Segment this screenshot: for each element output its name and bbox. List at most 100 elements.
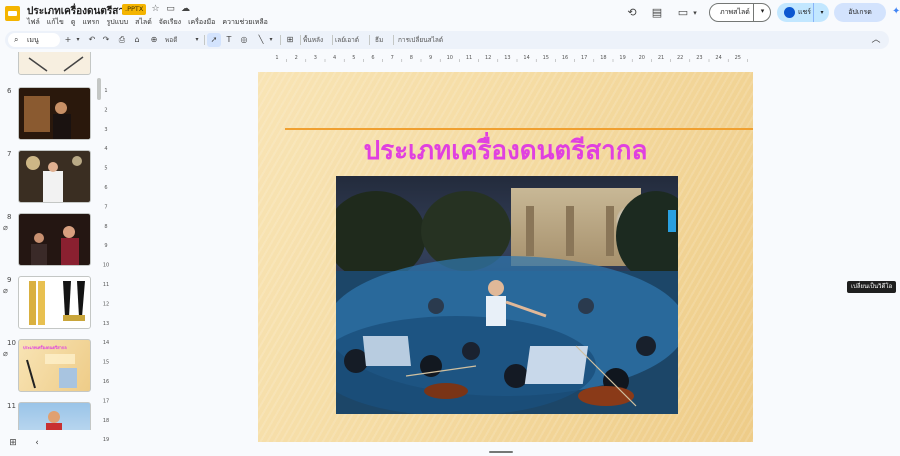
layout-button[interactable]: เลย์เอาต์ — [335, 33, 359, 47]
vertical-ruler-ticks: 12345678910111213141516171819 — [103, 88, 109, 443]
background-button[interactable]: พื้นหลัง — [303, 33, 323, 47]
collapse-chevron-up-icon[interactable]: ︿ — [869, 33, 883, 47]
menu-help[interactable]: ความช่วยเหลือ — [222, 17, 267, 28]
gemini-icon[interactable]: ✦ — [892, 7, 900, 17]
paint-format-icon[interactable]: ⌂ — [130, 33, 144, 47]
shape-icon[interactable]: ◎ — [237, 33, 251, 47]
ruler-tick-label: 11 — [466, 55, 472, 61]
collapse-panel-icon[interactable]: ‹ — [30, 436, 44, 450]
toolbar-divider — [280, 35, 281, 45]
zoom-icon[interactable]: ⊕ — [147, 33, 161, 47]
menu-slide[interactable]: สไลด์ — [135, 17, 152, 28]
ruler-tick-label: 12 — [485, 55, 491, 61]
zoom-dropdown-icon[interactable]: ▾ — [190, 33, 204, 47]
ruler-tick-label: 2 — [104, 107, 107, 113]
orchestra-photo[interactable] — [336, 176, 678, 414]
ruler-tick-label: 5 — [104, 166, 107, 172]
history-icon[interactable]: ⟲ — [625, 6, 639, 20]
speaker-notes-handle[interactable] — [489, 451, 513, 453]
toolbar-divider — [204, 35, 205, 45]
ruler-tick-label: 15 — [103, 360, 109, 366]
slide-thumbnail-8[interactable] — [18, 213, 91, 266]
slideshow-dropdown-button[interactable]: ▾ — [753, 3, 771, 22]
new-slide-dropdown-icon[interactable]: ▾ — [71, 33, 85, 47]
chevron-down-icon[interactable]: ▾ — [688, 6, 702, 20]
ruler-tick-label: 12 — [103, 301, 109, 307]
ruler-tick-label: 3 — [314, 55, 317, 61]
horizontal-ruler: 1 2 3 4 5 6 7 8 9 10 11 12 13 14 15 16 17 18 19 20 21 22 23 24 2… — [263, 53, 753, 63]
line-dropdown-icon[interactable]: ▾ — [264, 33, 278, 47]
add-comment-icon[interactable]: ⊞ — [283, 33, 297, 47]
upgrade-button[interactable]: อัปเกรด — [834, 3, 886, 22]
ruler-tick-label: 6 — [104, 185, 107, 191]
current-slide[interactable]: ประเภทเครื่องดนตรีสากล — [258, 72, 753, 442]
comment-icon[interactable]: ▤ — [650, 6, 664, 20]
select-cursor-icon[interactable]: ➚ — [207, 33, 221, 47]
cloud-saved-icon[interactable]: ☁ — [180, 4, 191, 15]
ruler-tick-label: 9 — [429, 55, 432, 61]
grid-view-icon[interactable]: ⊞ — [6, 436, 20, 450]
share-dropdown-button[interactable]: ▾ — [813, 3, 830, 22]
menu-insert[interactable]: แทรก — [82, 17, 99, 28]
menu-edit[interactable]: แก้ไข — [47, 17, 64, 28]
slide-filmstrip[interactable]: 6 7 8 ⌀ 9 ⌀ 10 ⌀ ประเภทเครื่องดนตรีสากล … — [0, 52, 104, 430]
menu-file[interactable]: ไฟล์ — [27, 17, 40, 28]
ruler-tick-label: 21 — [658, 55, 664, 61]
toolbar: ⌕ เมนู + ▾ ↶ ↷ ⎙ ⌂ ⊕ พอดี ▾ ➚ T ◎ ╲ ▾ ⊞ … — [5, 31, 889, 49]
slide-thumbnail-11[interactable] — [18, 402, 91, 430]
ruler-tick-label: 22 — [677, 55, 683, 61]
text-box-icon[interactable]: T — [222, 33, 236, 47]
globe-icon — [784, 7, 795, 18]
ruler-tick-label: 7 — [104, 204, 107, 210]
filmstrip-footer: ⊞ ‹ — [0, 432, 110, 456]
horizontal-ruler-ticks: 1 2 3 4 5 6 7 8 9 10 11 12 13 14 15 16 17 18 19 20 21 22 23 24 2… — [275, 55, 748, 62]
menu-arrange[interactable]: จัดเรียง — [159, 17, 181, 28]
slide-thumbnail-5[interactable] — [18, 52, 91, 75]
ruler-tick-label: 17 — [581, 55, 587, 61]
ruler-tick-label: 13 — [103, 321, 109, 327]
slide-number: 11 — [7, 402, 16, 410]
ruler-tick-label: 14 — [103, 340, 109, 346]
star-icon[interactable]: ☆ — [150, 4, 161, 15]
ruler-tick-label: 19 — [103, 437, 109, 443]
menu-format[interactable]: รูปแบบ — [107, 17, 129, 28]
toolbar-divider — [393, 35, 394, 45]
folder-icon[interactable]: ▭ — [165, 4, 176, 15]
slide-thumbnail-6[interactable] — [18, 87, 91, 140]
slide-number: 7 — [7, 150, 12, 158]
ruler-tick-label: 14 — [523, 55, 529, 61]
thumbnail-heading: ประเภทเครื่องดนตรีสากล — [23, 345, 67, 350]
attachment-icon: ⌀ — [3, 223, 8, 232]
slides-logo-icon[interactable] — [5, 6, 20, 21]
slide-thumbnail-9[interactable] — [18, 276, 91, 329]
ruler-tick-label: 20 — [639, 55, 645, 61]
ruler-tick-label: 6 — [371, 55, 374, 61]
slide-number: 9 — [7, 276, 12, 284]
redo-icon[interactable]: ↷ — [99, 33, 113, 47]
menu-bar: ไฟล์ แก้ไข ดู แทรก รูปแบบ สไลด์ จัดเรียง… — [27, 17, 268, 28]
theme-button[interactable]: ธีม — [375, 33, 383, 47]
zoom-select[interactable]: พอดี — [165, 33, 177, 47]
menu-tools[interactable]: เครื่องมือ — [188, 17, 215, 28]
transition-button[interactable]: การเปลี่ยนสไลด์ — [398, 33, 443, 47]
undo-icon[interactable]: ↶ — [85, 33, 99, 47]
share-label: แชร์ — [798, 8, 812, 16]
slide-number: 8 — [7, 213, 12, 221]
slide-thumbnail-7[interactable] — [18, 150, 91, 203]
ruler-tick-label: 7 — [391, 55, 394, 61]
slide-title[interactable]: ประเภทเครื่องดนตรีสากล — [258, 130, 753, 171]
ruler-tick-label: 9 — [104, 243, 107, 249]
menu-view[interactable]: ดู — [71, 17, 76, 28]
ruler-tick-label: 16 — [562, 55, 568, 61]
print-icon[interactable]: ⎙ — [115, 33, 129, 47]
ruler-tick-label: 18 — [103, 418, 109, 424]
ruler-tick-label: 16 — [103, 379, 109, 385]
ruler-tick-label: 8 — [410, 55, 413, 61]
file-format-badge: .PPTX — [122, 4, 147, 15]
ruler-tick-label: 4 — [104, 146, 107, 152]
slide-thumbnail-10[interactable]: ประเภทเครื่องดนตรีสากล — [18, 339, 91, 392]
photo-scene — [336, 191, 678, 414]
convert-to-video-tooltip: เปลี่ยนเป็นวิดีโอ — [847, 281, 897, 293]
menu-search-box[interactable]: ⌕ เมนู — [8, 33, 60, 47]
slide-number: 10 — [7, 339, 16, 347]
